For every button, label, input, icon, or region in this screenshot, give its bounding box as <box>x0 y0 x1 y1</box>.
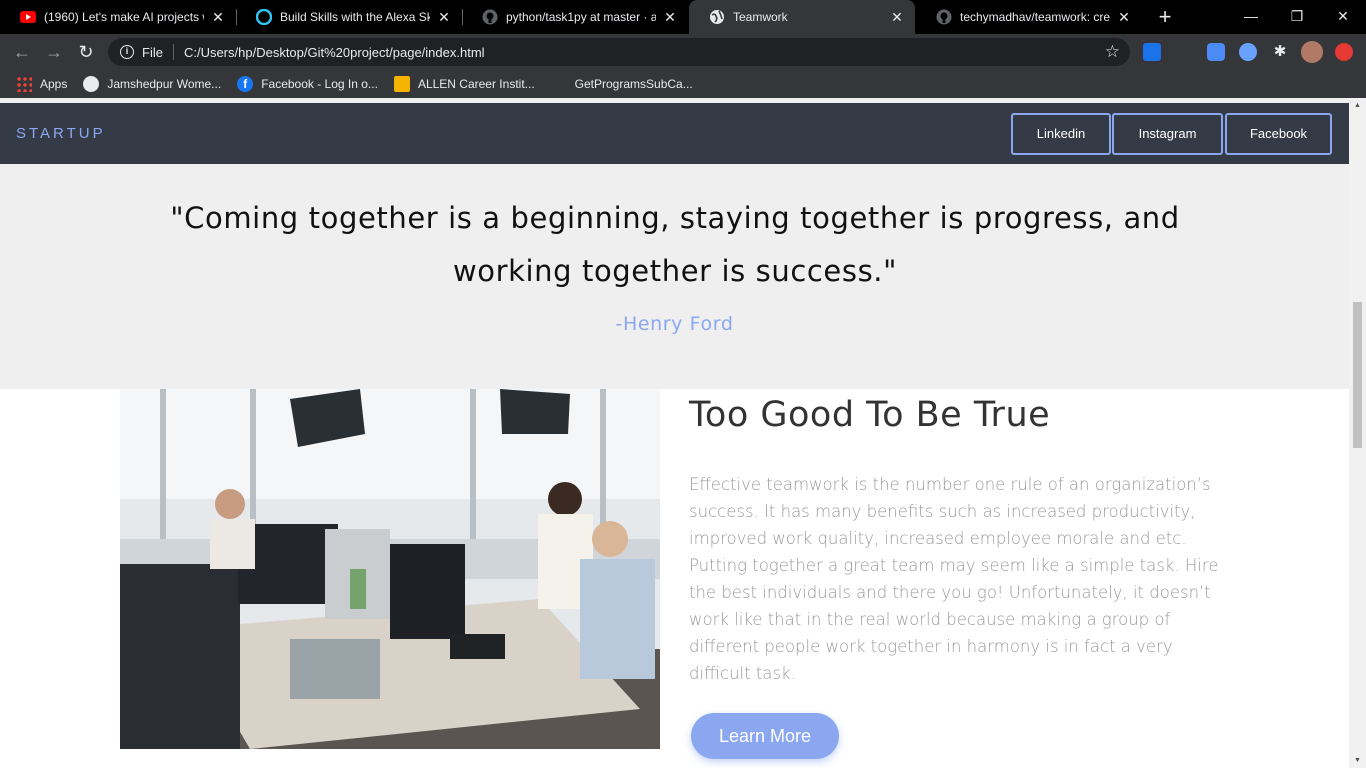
nav-linkedin-button[interactable]: Linkedin <box>1011 113 1111 155</box>
url-text[interactable]: C:/Users/hp/Desktop/Git%20project/page/i… <box>184 45 485 60</box>
section-heading: Too Good To Be True <box>689 395 1051 435</box>
bookmark-getprograms[interactable]: GetProgramsSubCa... <box>551 76 693 92</box>
close-tab-icon[interactable]: ✕ <box>662 9 678 26</box>
close-tab-icon[interactable]: ✕ <box>436 9 452 26</box>
github-icon <box>936 9 952 25</box>
new-tab-plus-icon[interactable]: + <box>1154 4 1176 30</box>
reload-icon[interactable]: ↻ <box>74 40 98 64</box>
address-bar[interactable]: i File C:/Users/hp/Desktop/Git%20project… <box>108 38 1130 66</box>
tab-teamwork[interactable]: Teamwork ✕ <box>689 0 915 34</box>
tab-title: Teamwork <box>733 10 788 24</box>
allen-icon <box>393 76 410 92</box>
bookmark-allen[interactable]: ALLEN Career Instit... <box>393 76 535 92</box>
github-icon <box>482 9 498 25</box>
update-icon[interactable] <box>1335 43 1353 61</box>
scroll-down-arrow-icon[interactable]: ▼ <box>1353 757 1362 764</box>
quote-author: -Henry Ford <box>615 313 734 335</box>
info-icon[interactable]: i <box>120 45 134 59</box>
nav-instagram-button[interactable]: Instagram <box>1112 113 1223 155</box>
close-window-icon[interactable]: ✕ <box>1320 0 1366 34</box>
alexa-icon <box>256 9 272 25</box>
bookmark-label: Apps <box>40 77 68 91</box>
tab-strip: (1960) Let's make AI projects w ✕ Build … <box>0 0 1366 34</box>
close-tab-icon[interactable]: ✕ <box>210 9 226 26</box>
bookmark-label: GetProgramsSubCa... <box>574 77 693 91</box>
blank-page-icon <box>551 76 567 92</box>
bookmark-star-icon[interactable]: ☆ <box>1105 42 1120 62</box>
bookmark-facebook[interactable]: f Facebook - Log In o... <box>237 76 378 92</box>
restore-icon[interactable]: ❐ <box>1274 0 1320 34</box>
bookmark-label: Jamshedpur Wome... <box>107 77 222 91</box>
globe-icon <box>709 9 725 25</box>
quote-text: "Coming together is a beginning, staying… <box>170 201 1180 288</box>
bookmarks-bar: Apps Jamshedpur Wome... f Facebook - Log… <box>0 70 1366 98</box>
back-arrow-icon[interactable]: ← <box>10 40 34 64</box>
scroll-up-arrow-icon[interactable]: ▲ <box>1353 102 1362 109</box>
nav-facebook-button[interactable]: Facebook <box>1225 113 1332 155</box>
omnibox-divider <box>172 44 174 60</box>
rocket-extension-icon[interactable] <box>1239 43 1257 61</box>
tab-title: python/task1py at master · aad <box>506 10 656 24</box>
tab-title: (1960) Let's make AI projects w <box>44 10 204 24</box>
facebook-icon: f <box>237 76 254 92</box>
tab-github-teamwork[interactable]: techymadhav/teamwork: creat ✕ <box>916 0 1142 34</box>
tab-title: Build Skills with the Alexa Skills <box>280 10 430 24</box>
tab-github-task1[interactable]: python/task1py at master · aad ✕ <box>462 0 688 34</box>
site-navbar: STARTUP Linkedin Instagram Facebook <box>0 103 1349 164</box>
page-viewport: "Coming together is a beginning, staying… <box>0 98 1366 768</box>
bookmark-jamshedpur[interactable]: Jamshedpur Wome... <box>83 76 221 92</box>
bookmark-label: ALLEN Career Instit... <box>417 77 535 91</box>
extension-blue-icon[interactable] <box>1207 43 1225 61</box>
forward-arrow-icon[interactable]: → <box>42 40 66 64</box>
puzzle-extensions-icon[interactable]: ✱ <box>1271 43 1289 61</box>
section-body: Effective teamwork is the number one rul… <box>689 475 1219 683</box>
extension-info-icon[interactable] <box>1143 43 1161 61</box>
brand-logo[interactable]: STARTUP <box>16 125 106 142</box>
minimize-icon[interactable]: — <box>1228 0 1274 34</box>
close-tab-icon[interactable]: ✕ <box>889 9 905 26</box>
office-team-photo <box>120 389 660 749</box>
youtube-icon <box>20 9 36 25</box>
scroll-thumb[interactable] <box>1353 302 1362 448</box>
avatar[interactable] <box>1301 41 1323 63</box>
tab-title: techymadhav/teamwork: creat <box>960 10 1110 24</box>
globe-icon <box>83 76 100 92</box>
learn-more-button[interactable]: Learn More <box>691 713 839 759</box>
tab-youtube[interactable]: (1960) Let's make AI projects w ✕ <box>0 0 236 34</box>
close-tab-icon[interactable]: ✕ <box>1116 9 1132 26</box>
page-scrollbar[interactable]: ▲ ▼ <box>1349 98 1366 768</box>
apps-grid-icon <box>16 76 32 92</box>
bookmark-apps[interactable]: Apps <box>16 76 67 92</box>
browser-toolbar: ← → ↻ i File C:/Users/hp/Desktop/Git%20p… <box>0 34 1366 70</box>
bookmark-label: Facebook - Log In o... <box>261 77 378 91</box>
scheme-label: File <box>142 44 163 60</box>
tab-alexa[interactable]: Build Skills with the Alexa Skills ✕ <box>236 0 462 34</box>
